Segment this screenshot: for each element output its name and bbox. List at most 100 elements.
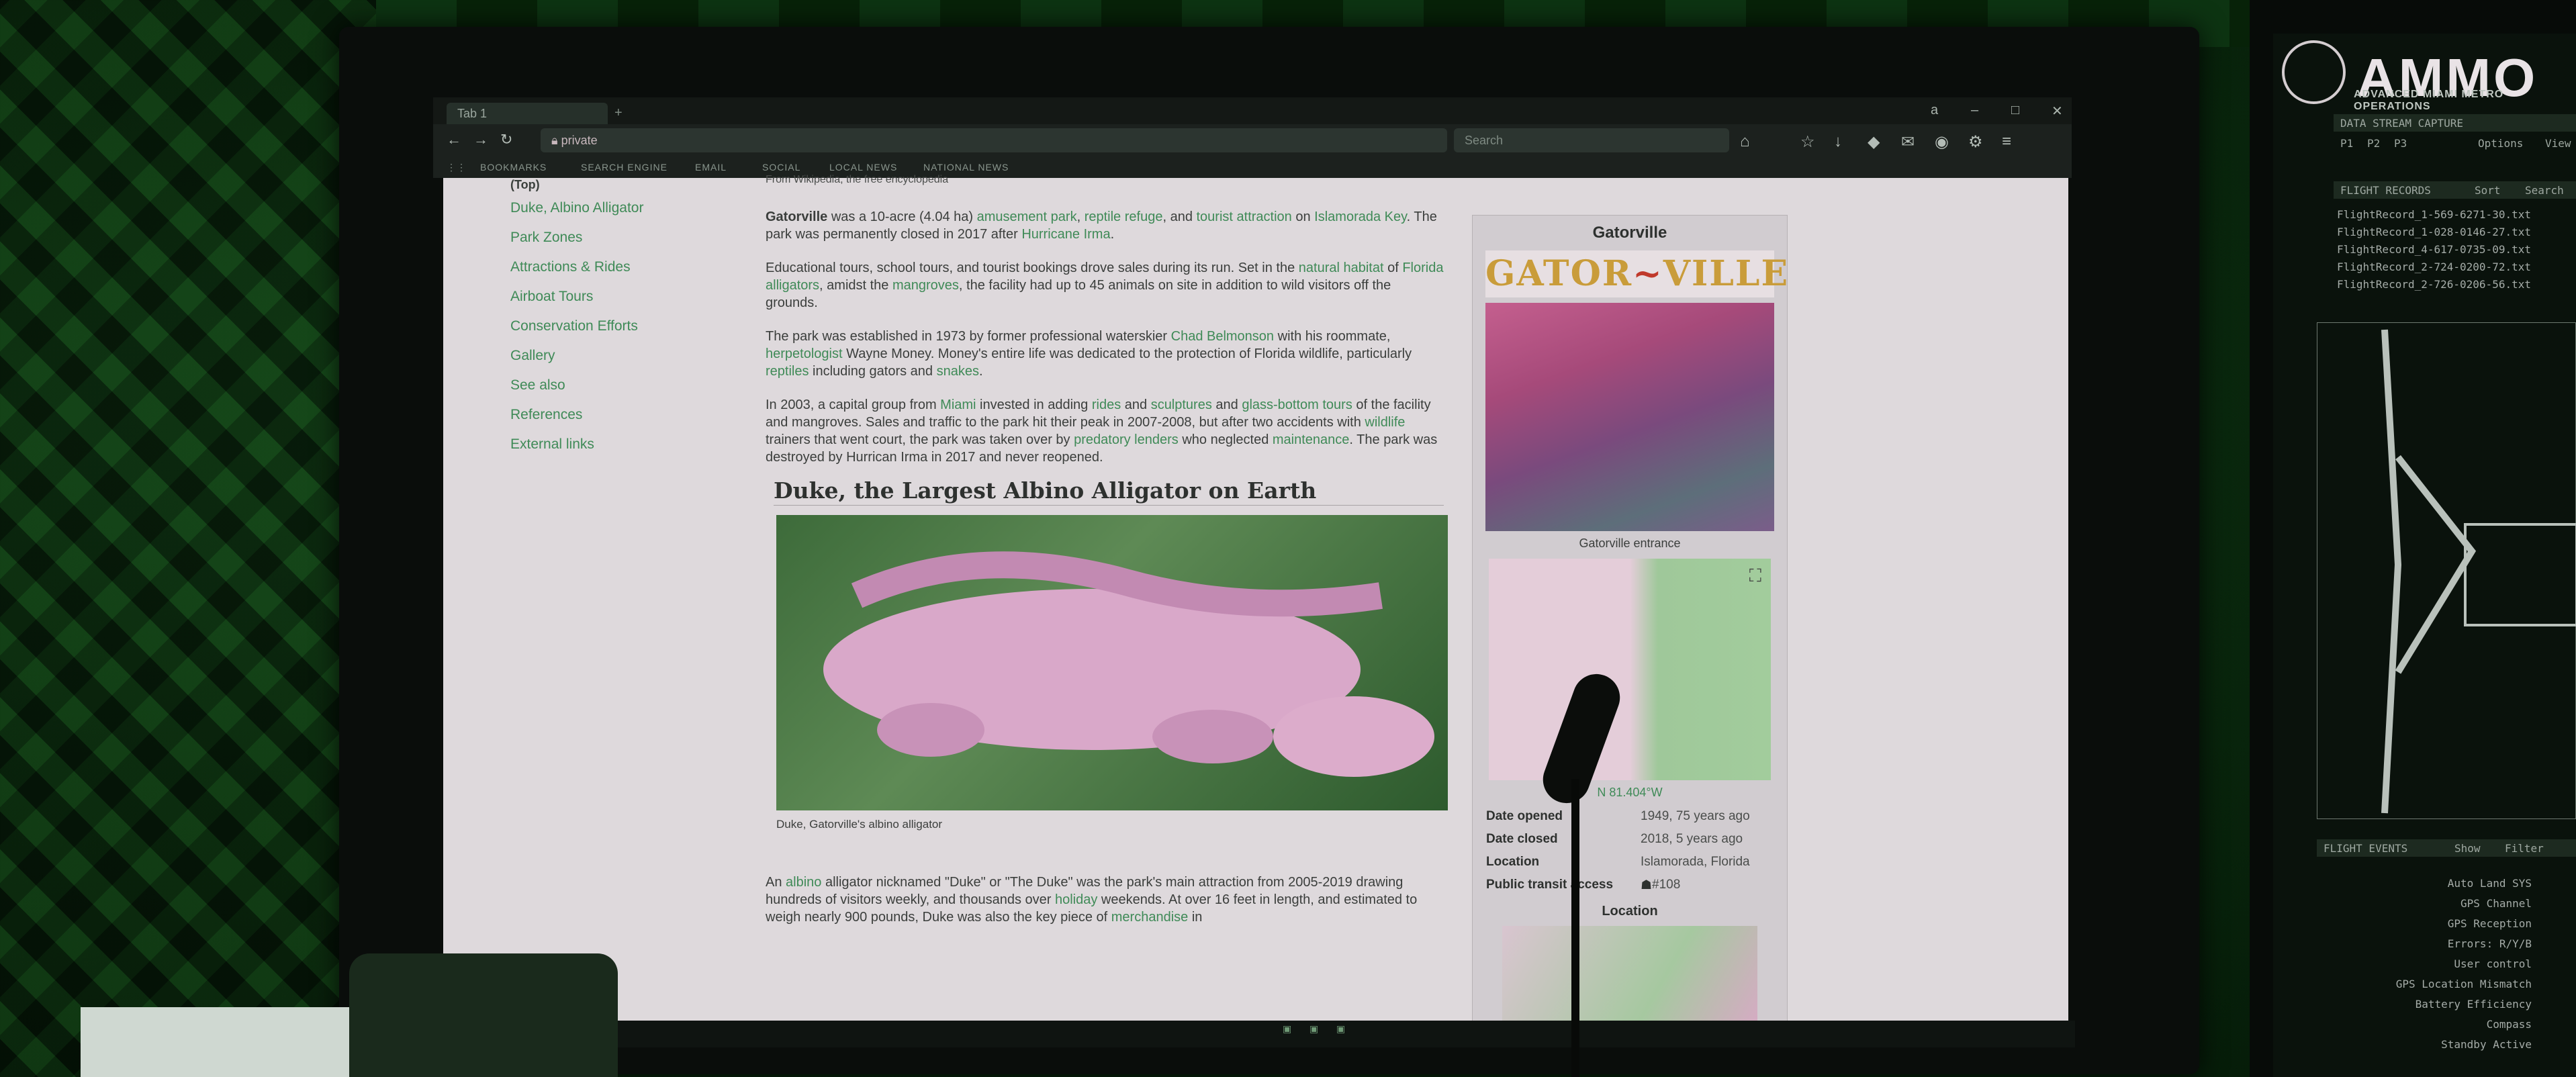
close-icon[interactable]: ✕	[2052, 103, 2063, 120]
infobox-row: Date closed 2018, 5 years ago	[1473, 828, 1787, 851]
bookmark-item[interactable]: SEARCH ENGINE	[581, 162, 668, 173]
stream-tab[interactable]: View	[2545, 137, 2571, 150]
flight-event[interactable]: GPS Reception	[2310, 917, 2532, 930]
flight-record[interactable]: FlightRecord_1-569-6271-30.txt	[2337, 208, 2531, 221]
url-bar[interactable]: 🔒︎ private	[541, 128, 1447, 152]
apps-grid-icon[interactable]: ⋮⋮	[447, 162, 467, 173]
link-predatory-lenders[interactable]: predatory lenders	[1074, 432, 1179, 447]
row-value-link[interactable]: Islamorada, Florida	[1641, 855, 1750, 870]
toc-item-gallery[interactable]: Gallery	[510, 348, 698, 364]
search-input[interactable]: Search	[1454, 128, 1729, 152]
coordinates[interactable]: N 81.404°W	[1473, 786, 1787, 800]
events-filter[interactable]: Filter	[2505, 842, 2544, 855]
browser-tab[interactable]: Tab 1	[447, 103, 608, 124]
mail-icon[interactable]: ✉	[1901, 132, 1915, 152]
link-miami[interactable]: Miami	[940, 397, 976, 412]
location-map[interactable]: ⛶	[1489, 559, 1771, 780]
infobox-row: Date opened 1949, 75 years ago	[1473, 805, 1787, 828]
text: and	[1121, 397, 1151, 412]
link-glass-bottom-tours[interactable]: glass-bottom tours	[1242, 397, 1352, 412]
download-icon[interactable]: ↓	[1834, 132, 1842, 151]
forward-icon[interactable]: →	[473, 131, 488, 148]
link-sculptures[interactable]: sculptures	[1151, 397, 1212, 412]
star-icon[interactable]: ☆	[1800, 132, 1815, 152]
fullscreen-icon[interactable]: ⛶	[1749, 565, 1761, 587]
link-snakes[interactable]: snakes	[937, 364, 979, 379]
toc-top[interactable]: (Top)	[510, 178, 698, 192]
stream-tab[interactable]: P2	[2367, 137, 2380, 150]
bookmark-item[interactable]: LOCAL NEWS	[829, 162, 897, 173]
link-maintenance[interactable]: maintenance	[1273, 432, 1350, 447]
pocket-icon[interactable]: ◆	[1868, 132, 1880, 152]
link-albino[interactable]: albino	[786, 875, 821, 890]
flight-event[interactable]: Standby Active	[2310, 1038, 2532, 1051]
back-icon[interactable]: ←	[447, 131, 461, 148]
flight-event[interactable]: Errors: R/Y/B	[2310, 937, 2532, 950]
bookmark-item[interactable]: NATIONAL NEWS	[923, 162, 1009, 173]
stream-tab[interactable]: P3	[2394, 137, 2407, 150]
records-sort[interactable]: Sort	[2475, 184, 2501, 197]
records-search[interactable]: Search	[2525, 184, 2564, 197]
link-holiday[interactable]: holiday	[1055, 892, 1097, 907]
bookmark-item[interactable]: BOOKMARKS	[480, 162, 547, 173]
toc-item-duke[interactable]: Duke, Albino Alligator	[510, 200, 698, 216]
link-rides[interactable]: rides	[1092, 397, 1121, 412]
link-tourist-attraction[interactable]: tourist attraction	[1197, 209, 1292, 224]
location-heading: Location	[1602, 904, 1658, 919]
link-mangroves[interactable]: mangroves	[892, 278, 959, 293]
menu-icon[interactable]: ≡	[2002, 132, 2011, 151]
profile-icon[interactable]: a	[1931, 103, 1938, 118]
taskbar-item[interactable]: ▣	[1283, 1023, 1291, 1035]
flight-event[interactable]: User control	[2310, 957, 2532, 970]
entrance-photo[interactable]	[1485, 303, 1774, 531]
infobox-row: Public transit access ☗ #108	[1473, 874, 1787, 897]
flight-event[interactable]: Compass	[2310, 1018, 2532, 1031]
flight-record[interactable]: FlightRecord_2-724-0200-72.txt	[2337, 261, 2531, 273]
toc-item-conservation[interactable]: Conservation Efforts	[510, 318, 698, 334]
minimize-icon[interactable]: –	[1971, 103, 1978, 118]
flight-record[interactable]: FlightRecord_2-726-0206-56.txt	[2337, 278, 2531, 291]
text: who neglected	[1178, 432, 1273, 447]
tab-strip: Tab 1 + a – □ ✕	[433, 97, 2072, 124]
flight-event[interactable]: GPS Channel	[2310, 897, 2532, 910]
flight-record[interactable]: FlightRecord_1-028-0146-27.txt	[2337, 226, 2531, 238]
taskbar-item[interactable]: ▣	[1336, 1023, 1345, 1035]
flight-event[interactable]: Auto Land SYS	[2310, 877, 2532, 890]
link-hurricane-irma[interactable]: Hurricane Irma	[1021, 227, 1110, 242]
toc-item-park-zones[interactable]: Park Zones	[510, 230, 698, 246]
link-merchandise[interactable]: merchandise	[1111, 910, 1189, 925]
search-placeholder: Search	[1465, 134, 1504, 147]
link-islamorada-key[interactable]: Islamorada Key	[1314, 209, 1406, 224]
albino-alligator-image[interactable]	[776, 515, 1448, 810]
toc-item-references[interactable]: References	[510, 407, 698, 423]
link-reptile-refuge[interactable]: reptile refuge	[1085, 209, 1163, 224]
stream-tab[interactable]: Options	[2478, 137, 2523, 150]
toc-item-see-also[interactable]: See also	[510, 377, 698, 393]
link-chad-belmonson[interactable]: Chad Belmonson	[1171, 329, 1274, 344]
article-subject: Gatorville	[766, 209, 828, 224]
bookmark-item[interactable]: EMAIL	[695, 162, 727, 173]
events-show[interactable]: Show	[2454, 842, 2481, 855]
toc-item-airboat[interactable]: Airboat Tours	[510, 289, 698, 305]
toc-item-attractions[interactable]: Attractions & Rides	[510, 259, 698, 275]
flight-event[interactable]: GPS Location Mismatch	[2310, 978, 2532, 990]
rss-icon[interactable]: ◉	[1935, 132, 1949, 152]
link-natural-habitat[interactable]: natural habitat	[1299, 261, 1384, 275]
maximize-icon[interactable]: □	[2011, 103, 2019, 118]
bookmark-item[interactable]: SOCIAL	[762, 162, 800, 173]
link-reptiles[interactable]: reptiles	[766, 364, 809, 379]
new-tab-icon[interactable]: +	[614, 105, 623, 121]
home-icon[interactable]: ⌂	[1740, 132, 1750, 151]
text: was a 10-acre (4.04 ha)	[827, 209, 977, 224]
stream-tab[interactable]: P1	[2340, 137, 2353, 150]
link-wildlife[interactable]: wildlife	[1365, 415, 1405, 430]
link-herpetologist[interactable]: herpetologist	[766, 346, 843, 361]
taskbar-item[interactable]: ▣	[1309, 1023, 1318, 1035]
link-amusement-park[interactable]: amusement park	[977, 209, 1077, 224]
acoustic-foam-wall	[0, 0, 376, 1077]
gear-icon[interactable]: ⚙	[1968, 132, 1983, 152]
flight-record[interactable]: FlightRecord_4-617-0735-09.txt	[2337, 243, 2531, 256]
flight-event[interactable]: Battery Efficiency	[2310, 998, 2532, 1011]
reload-icon[interactable]: ↻	[500, 131, 512, 148]
toc-item-external-links[interactable]: External links	[510, 436, 698, 453]
